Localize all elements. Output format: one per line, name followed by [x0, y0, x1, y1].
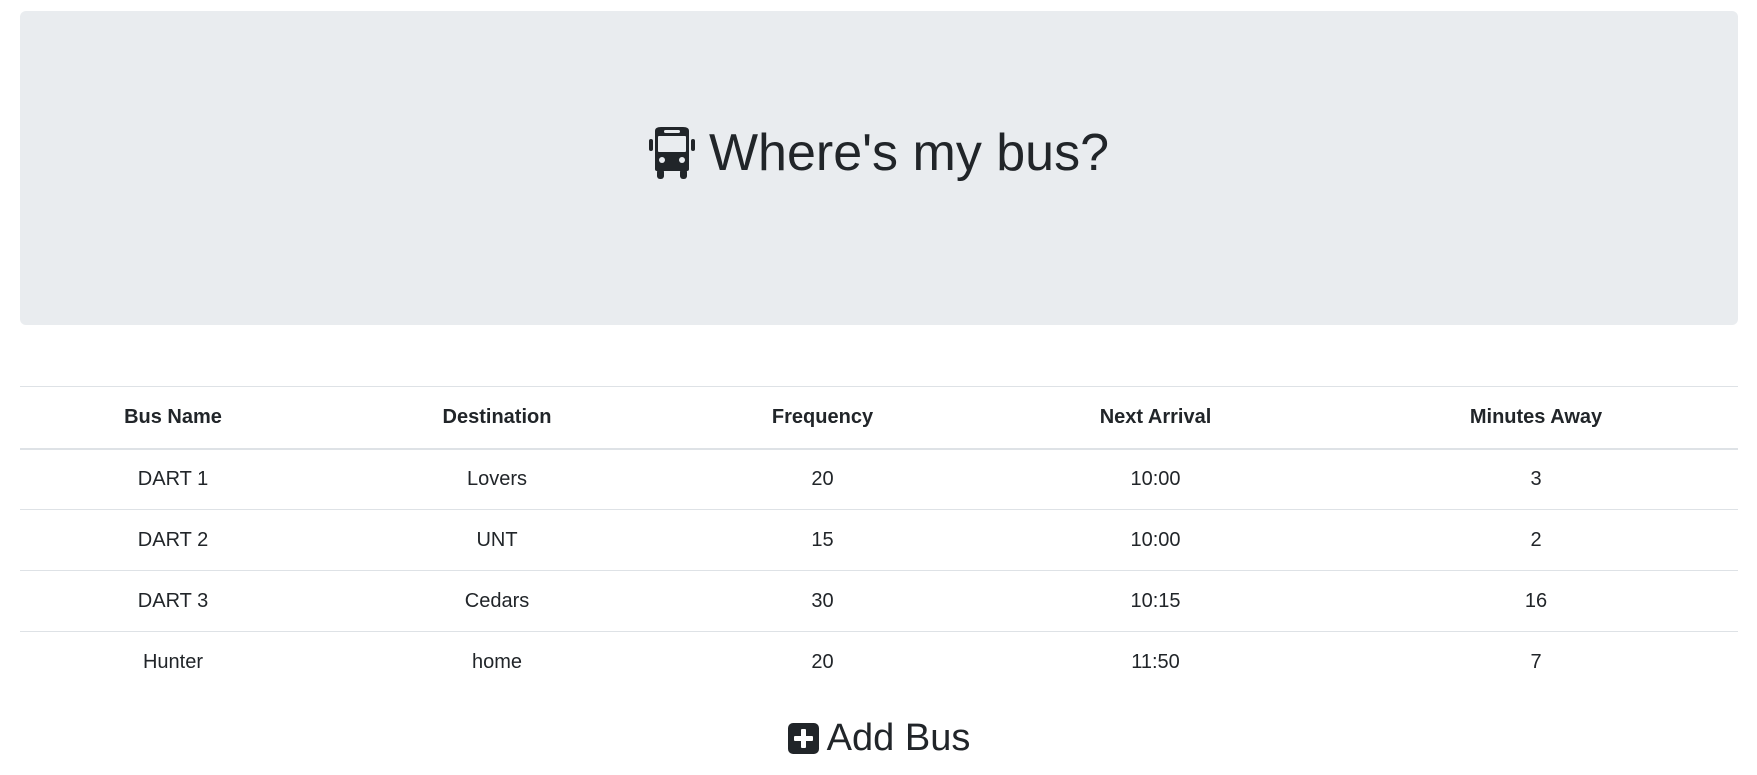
table-row: DART 2 UNT 15 10:00 2 [20, 509, 1738, 571]
column-header-destination: Destination [326, 386, 668, 450]
cell-destination: Cedars [326, 570, 668, 632]
cell-destination: Lovers [466, 467, 528, 490]
cell-destination: UNT [326, 509, 668, 571]
column-header-minutes-away: Minutes Away [1334, 386, 1738, 450]
table-row: DART 1 Lovers 20 10:00 3 [20, 449, 1738, 510]
column-header-bus-name: Bus Name [20, 386, 326, 450]
cell-next-arrival: 10:00 [1130, 467, 1181, 490]
page-title: Where's my bus? [648, 123, 1110, 183]
add-bus-section: Add Bus [20, 717, 1738, 760]
cell-bus-name: DART 3 [20, 570, 326, 632]
bus-table: Bus Name Destination Frequency Next Arri… [20, 386, 1738, 693]
table-header-row: Bus Name Destination Frequency Next Arri… [20, 386, 1738, 450]
cell-frequency: 20 [811, 467, 834, 490]
cell-bus-name: Hunter [20, 631, 326, 693]
add-bus-button[interactable]: Add Bus [787, 717, 971, 760]
cell-bus-name: DART 2 [20, 509, 326, 571]
plus-square-icon [787, 723, 819, 754]
page-title-text: Where's my bus? [708, 124, 1110, 182]
cell-frequency: 20 [668, 631, 977, 693]
cell-next-arrival: 10:00 [977, 509, 1334, 571]
cell-destination: home [326, 631, 668, 693]
cell-next-arrival: 11:50 [977, 631, 1334, 693]
cell-minutes-away: 3 [1530, 467, 1542, 490]
cell-minutes-away: 16 [1334, 570, 1738, 632]
add-bus-label: Add Bus [826, 717, 971, 759]
cell-next-arrival: 10:15 [977, 570, 1334, 632]
header-jumbotron: Where's my bus? [20, 11, 1738, 325]
cell-minutes-away: 7 [1334, 631, 1738, 693]
cell-minutes-away: 2 [1334, 509, 1738, 571]
column-header-next-arrival: Next Arrival [977, 386, 1334, 450]
cell-frequency: 15 [668, 509, 977, 571]
column-header-frequency: Frequency [668, 386, 977, 450]
bus-icon [648, 127, 695, 179]
table-row: DART 3 Cedars 30 10:15 16 [20, 570, 1738, 632]
cell-bus-name: DART 1 [137, 467, 209, 490]
table-row: Hunter home 20 11:50 7 [20, 631, 1738, 693]
cell-frequency: 30 [668, 570, 977, 632]
